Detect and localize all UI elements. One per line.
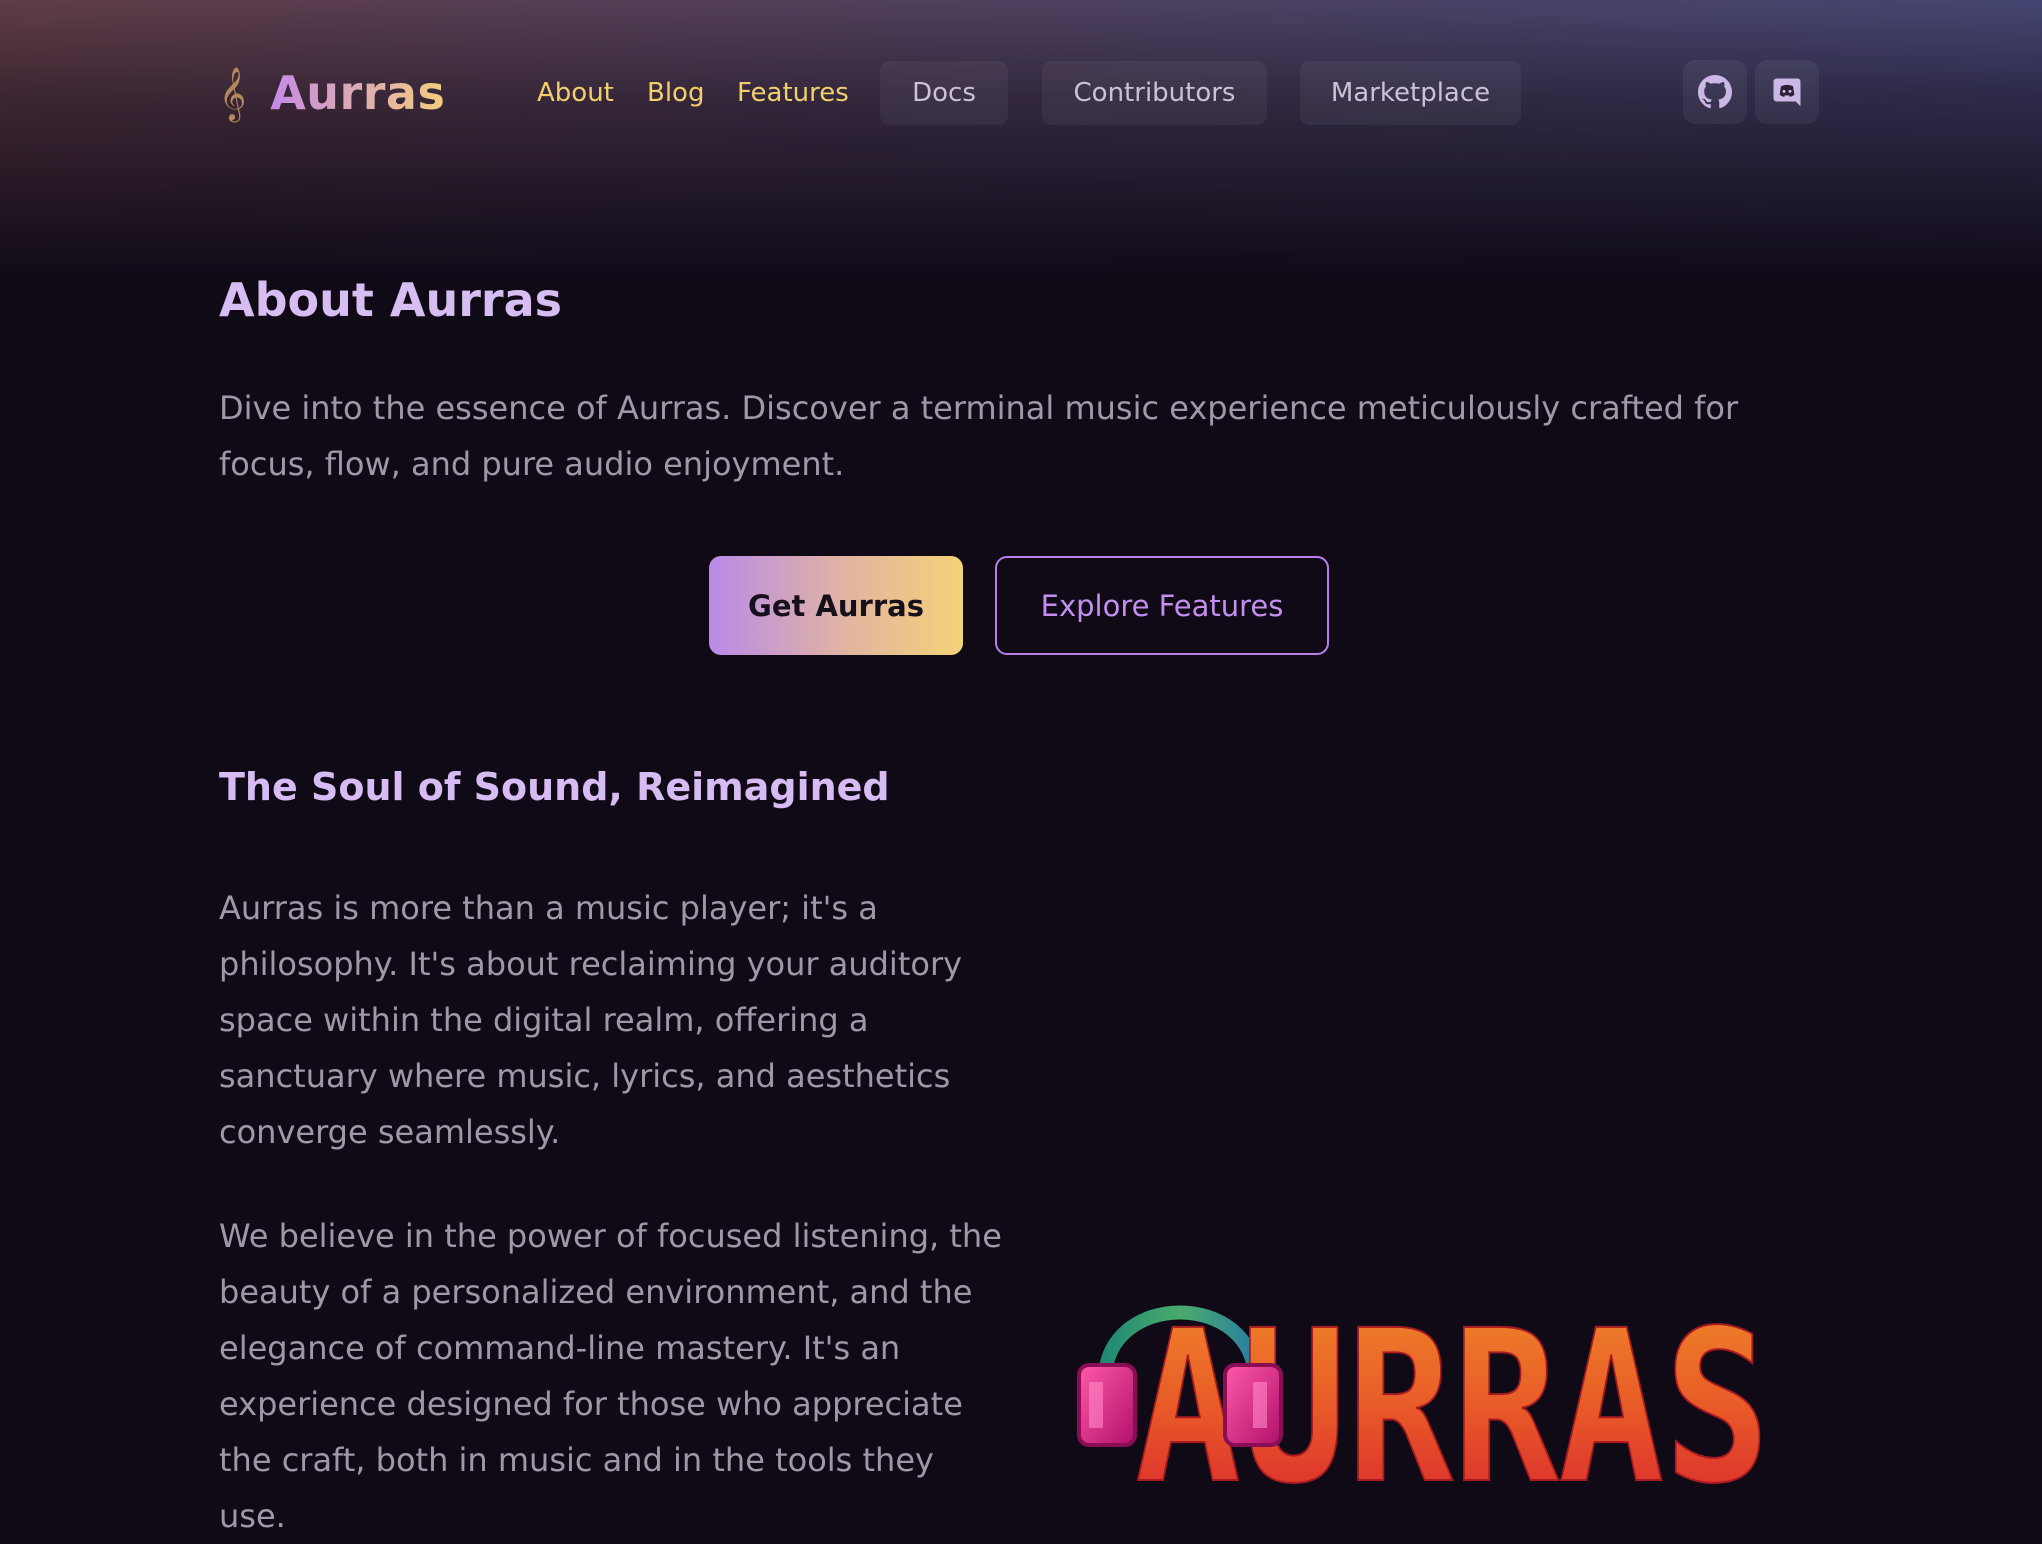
nav-link-about[interactable]: About (537, 58, 614, 128)
nav-pill-contributors[interactable]: Contributors (1042, 61, 1267, 125)
section-paragraph: We believe in the power of focused liste… (219, 1217, 1002, 1535)
section-paragraph: Aurras is more than a music player; it's… (219, 889, 963, 1151)
nav-pill-docs[interactable]: Docs (880, 61, 1008, 125)
discord-button[interactable] (1755, 60, 1819, 124)
nav-link-features[interactable]: Features (737, 58, 849, 128)
nav-link-blog[interactable]: Blog (647, 58, 704, 128)
aurras-logo-image: AURRAS (1077, 1284, 1771, 1490)
discord-icon (1773, 78, 1801, 107)
intro-text: Dive into the essence of Aurras. Discove… (219, 389, 1739, 483)
page-title: About Aurras (219, 273, 563, 327)
header-glow-background (0, 0, 2042, 280)
top-navigation: 𝄞 Aurras About Blog Features Docs Contri… (219, 58, 1819, 128)
brand-link[interactable]: 𝄞 Aurras (219, 58, 445, 128)
brand-name: Aurras (270, 66, 446, 120)
treble-clef-icon: 𝄞 (219, 66, 247, 120)
nav-pill-marketplace[interactable]: Marketplace (1300, 61, 1521, 125)
get-aurras-button[interactable]: Get Aurras (709, 556, 963, 655)
explore-features-button[interactable]: Explore Features (995, 556, 1329, 655)
section-title: The Soul of Sound, Reimagined (219, 765, 890, 809)
github-button[interactable] (1683, 60, 1747, 124)
github-icon (1698, 75, 1732, 109)
